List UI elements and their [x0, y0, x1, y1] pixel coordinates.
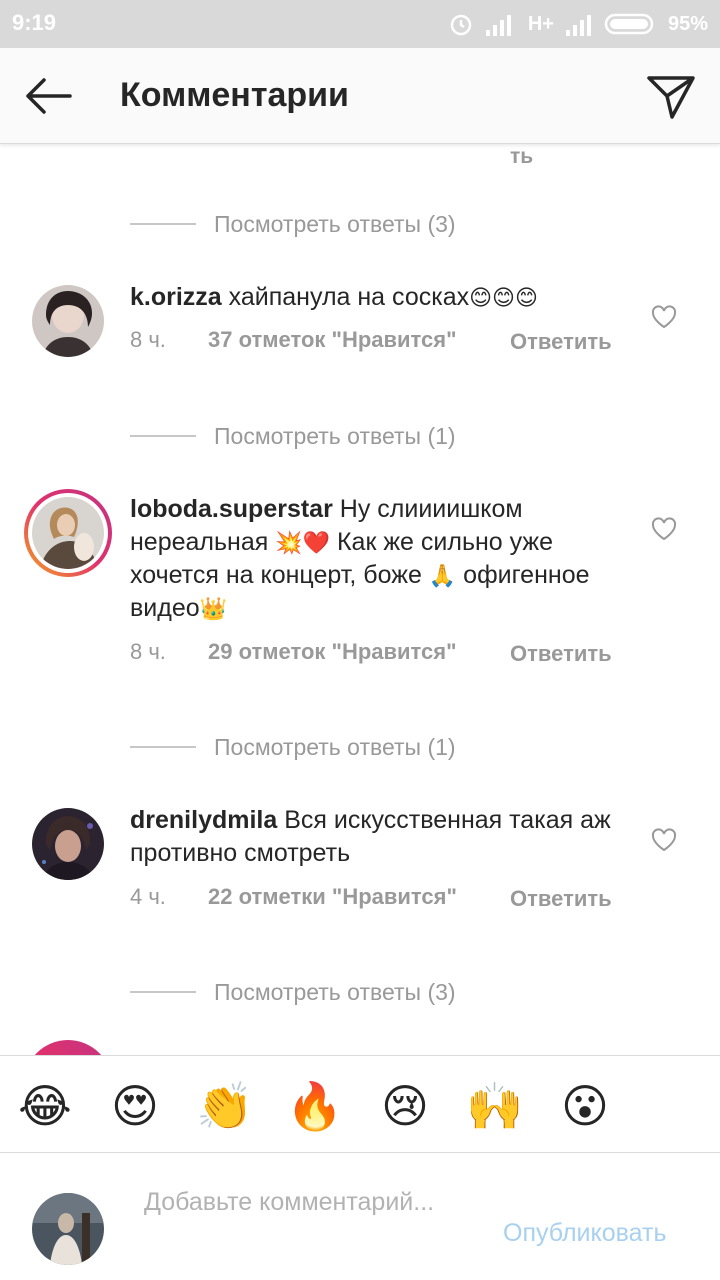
comment-likes[interactable]: 22 отметки "Нравится" [208, 884, 457, 910]
pray-emoji: 🙏 [428, 563, 457, 588]
view-replies-label: Посмотреть ответы (1) [214, 733, 456, 760]
view-replies-button[interactable]: Посмотреть ответы (1) [130, 732, 456, 762]
avatar[interactable] [32, 285, 104, 357]
view-replies-button[interactable]: Посмотреть ответы (1) [130, 421, 456, 451]
publish-button[interactable]: Опубликовать [503, 1219, 666, 1248]
network-type: H+ [527, 12, 554, 35]
divider-line [130, 746, 196, 748]
comment-text: loboda.superstar Ну слиииишком нереальна… [130, 493, 620, 625]
comment-time: 4 ч. [130, 884, 166, 909]
reply-button[interactable]: Ответить [510, 327, 612, 356]
page-title: Комментарии [120, 76, 349, 114]
heart-eyes-emoji-button[interactable]: 😍 [105, 1076, 165, 1136]
divider-line [130, 223, 196, 225]
comment-text: drenilydmila Вся искусственная такая аж … [130, 804, 620, 870]
comment-time: 8 ч. [130, 639, 166, 664]
quick-emoji-bar: 😂 😍 👏 🔥 😢 🙌 😮 [0, 1055, 720, 1153]
comment-body: хайпанула на сосках [228, 283, 470, 311]
comment-likes[interactable]: 29 отметок "Нравится" [208, 639, 457, 665]
back-arrow-icon [26, 78, 72, 114]
view-replies-label: Посмотреть ответы (1) [214, 422, 456, 449]
battery-level: 95% [667, 12, 708, 35]
comments-list[interactable]: ть Посмотреть ответы (3) k.orizza хайпан… [0, 145, 720, 1055]
app-bar: Комментарии [0, 48, 720, 144]
raised-hands-emoji-button[interactable]: 🙌 [465, 1076, 525, 1136]
avatar[interactable] [32, 808, 104, 880]
signal-icon [485, 15, 511, 36]
direct-send-button[interactable] [646, 72, 696, 122]
comment-input-bar: Добавьте комментарий... Опубликовать [0, 1153, 720, 1280]
paper-plane-icon [647, 76, 695, 119]
divider-line [130, 991, 196, 993]
fire-emoji-button[interactable]: 🔥 [285, 1076, 345, 1136]
view-replies-label: Посмотреть ответы (3) [214, 210, 456, 237]
status-bar: 9:19 H+ 95% [0, 0, 720, 48]
surprised-emoji-button[interactable]: 😮 [555, 1076, 615, 1136]
avatar [32, 497, 104, 569]
comment-text: k.orizza хайпанула на сосках😊😊😊 [130, 281, 620, 314]
joy-emoji-button[interactable]: 😂 [15, 1076, 75, 1136]
comment-username[interactable]: k.orizza [130, 283, 222, 311]
avatar-story-ring[interactable] [24, 1040, 112, 1055]
cry-emoji-button[interactable]: 😢 [375, 1076, 435, 1136]
battery-icon [604, 13, 654, 35]
clap-emoji-button[interactable]: 👏 [195, 1076, 255, 1136]
crown-emoji: 👑 [199, 596, 228, 621]
status-icons: H+ 95% [448, 10, 708, 38]
view-replies-button[interactable]: Посмотреть ответы (3) [130, 977, 456, 1007]
heart-icon[interactable] [651, 517, 677, 541]
alarm-icon [450, 14, 472, 36]
heart-icon[interactable] [651, 828, 677, 852]
status-time: 9:19 [12, 10, 57, 35]
view-replies-button[interactable]: Посмотреть ответы (3) [130, 209, 456, 239]
heart-icon[interactable] [651, 305, 677, 329]
view-replies-label: Посмотреть ответы (3) [214, 978, 456, 1005]
comment-input[interactable]: Добавьте комментарий... [144, 1185, 464, 1219]
smile-emoji: 😊😊😊 [469, 285, 538, 310]
signal-icon-2 [565, 15, 591, 36]
comment-likes[interactable]: 37 отметок "Нравится" [208, 327, 457, 353]
back-button[interactable] [20, 74, 76, 118]
avatar-story-ring[interactable] [24, 489, 112, 577]
reply-button[interactable]: Ответить [510, 639, 612, 668]
avatar [32, 1193, 104, 1265]
emoji-group: 💥❤️ [275, 530, 331, 555]
reply-button[interactable]: Ответить [510, 884, 612, 913]
comment-username[interactable]: loboda.superstar [130, 495, 333, 523]
partial-reply-button[interactable]: ть [510, 145, 533, 169]
comment-time: 8 ч. [130, 327, 166, 352]
divider-line [130, 435, 196, 437]
comment-username[interactable]: drenilydmila [130, 806, 277, 834]
